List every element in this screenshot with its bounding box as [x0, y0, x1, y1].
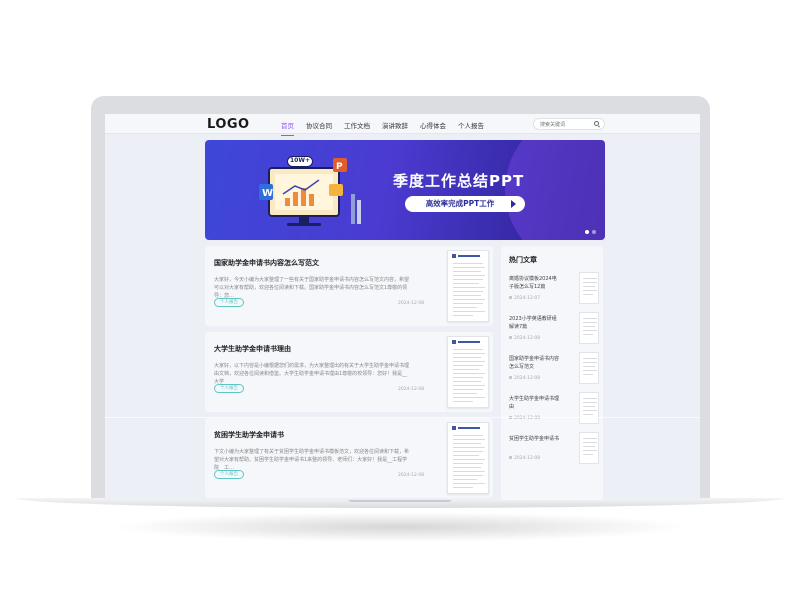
laptop-screen: LOGO 首页 协议合同 工作文档 演讲致辞 心得体会 个人报告 搜索关键词 W… [105, 114, 700, 500]
article-excerpt: 大家好，以下内容是小编根据您们的需求，为大家整理出的有关于大学生助学金申请书理由… [214, 363, 410, 385]
article-title[interactable]: 贫困学生助学金申请书 [214, 430, 284, 440]
carousel-dots [585, 230, 596, 234]
laptop-mockup: LOGO 首页 协议合同 工作文档 演讲致辞 心得体会 个人报告 搜索关键词 W… [0, 0, 800, 600]
hot-article-item[interactable]: 离婚协议模板2024电子版怎么写12篇 2024-12-07 [509, 272, 599, 308]
hot-article-date: 2024-12-08 [509, 336, 540, 341]
main-menu: 首页 协议合同 工作文档 演讲致辞 心得体会 个人报告 [281, 120, 496, 136]
banner-title: 季度工作总结PPT [393, 172, 525, 190]
article-title[interactable]: 大学生助学金申请书理由 [214, 344, 291, 354]
hot-article-thumbnail[interactable] [579, 392, 599, 424]
article-card[interactable]: 大学生助学金申请书理由 大家好，以下内容是小编根据您们的需求，为大家整理出的有关… [205, 332, 493, 412]
menu-item-reports[interactable]: 个人报告 [458, 120, 484, 130]
carousel-dot-2[interactable] [592, 230, 596, 234]
sidebar-title: 热门文章 [509, 256, 537, 264]
article-tag[interactable]: 个人报告 [214, 470, 244, 479]
carousel-dot-1[interactable] [585, 230, 589, 234]
search-box [533, 118, 605, 130]
menu-item-work-docs[interactable]: 工作文档 [344, 120, 370, 130]
hot-article-thumbnail[interactable] [579, 352, 599, 384]
menu-item-reflections[interactable]: 心得体会 [420, 120, 446, 130]
hero-banner[interactable]: W P 10W+ 季度工作总结PPT 高效率完成PPT工作 [205, 140, 605, 240]
hot-article-title[interactable]: 国家助学金申请书内容怎么写范文 [509, 356, 561, 371]
article-tag[interactable]: 个人报告 [214, 384, 244, 393]
hot-article-item[interactable]: 贫困学生助学金申请书 2024-12-08 [509, 432, 599, 468]
article-date: 2024-12-08 [398, 473, 425, 478]
hot-article-thumbnail[interactable] [579, 432, 599, 464]
play-icon [511, 200, 516, 208]
word-icon [452, 426, 456, 430]
hot-article-item[interactable]: 国家助学金申请书内容怎么写范文 2024-12-08 [509, 352, 599, 388]
document-thumbnail[interactable] [447, 336, 489, 408]
hot-article-title[interactable]: 离婚协议模板2024电子版怎么写12篇 [509, 276, 561, 291]
svg-text:P: P [336, 162, 343, 172]
screen-reflection [105, 417, 700, 418]
word-icon [452, 340, 456, 344]
menu-item-speeches[interactable]: 演讲致辞 [382, 120, 408, 130]
article-title[interactable]: 国家助学金申请书内容怎么写范文 [214, 258, 319, 268]
banner-cta-label: 高效率完成PPT工作 [425, 199, 495, 208]
search-icon[interactable] [594, 121, 599, 126]
article-card[interactable]: 国家助学金申请书内容怎么写范文 大家好，今天小编为大家整理了一些有关于国家助学金… [205, 246, 493, 326]
menu-item-contracts[interactable]: 协议合同 [306, 120, 332, 130]
article-tag[interactable]: 个人报告 [214, 298, 244, 307]
hot-article-date: 2024-12-08 [509, 376, 540, 381]
hot-article-date: 2024-12-08 [509, 456, 540, 461]
hot-article-title[interactable]: 贫困学生助学金申请书 [509, 436, 561, 444]
article-excerpt: 下文小编为大家整理了有关于贫困学生助学金申请书模板范文，欢迎各位阅读和下载，希望… [214, 449, 410, 471]
article-excerpt: 大家好，今天小编为大家整理了一些有关于国家助学金申请书内容怎么写范文内容，希望可… [214, 277, 410, 299]
hot-article-thumbnail[interactable] [579, 312, 599, 344]
banner-cta-button[interactable]: 高效率完成PPT工作 [405, 196, 525, 212]
hot-article-item[interactable]: 2023小学英语教研组解读7篇 2024-12-08 [509, 312, 599, 348]
hot-articles-sidebar: 热门文章 离婚协议模板2024电子版怎么写12篇 2024-12-07 2023… [501, 246, 603, 500]
hot-article-title[interactable]: 大学生助学金申请书理由 [509, 396, 561, 411]
site-logo[interactable]: LOGO [207, 117, 250, 132]
search-input[interactable] [540, 120, 588, 129]
hot-article-title[interactable]: 2023小学英语教研组解读7篇 [509, 316, 561, 331]
article-card[interactable]: 贫困学生助学金申请书 下文小编为大家整理了有关于贫困学生助学金申请书模板范文，欢… [205, 418, 493, 498]
badge-label: 10W+ [287, 156, 313, 167]
document-thumbnail[interactable] [447, 422, 489, 494]
document-thumbnail[interactable] [447, 250, 489, 322]
article-date: 2024-12-08 [398, 301, 425, 306]
site-header: LOGO 首页 协议合同 工作文档 演讲致辞 心得体会 个人报告 [105, 114, 700, 136]
hot-article-thumbnail[interactable] [579, 272, 599, 304]
article-date: 2024-12-08 [398, 387, 425, 392]
hot-article-item[interactable]: 大学生助学金申请书理由 2024-12-08 [509, 392, 599, 428]
word-icon [452, 254, 456, 258]
menu-item-home[interactable]: 首页 [281, 120, 294, 136]
laptop-shadow [110, 512, 690, 542]
svg-text:W: W [262, 188, 273, 199]
hot-article-date: 2024-12-07 [509, 296, 540, 301]
